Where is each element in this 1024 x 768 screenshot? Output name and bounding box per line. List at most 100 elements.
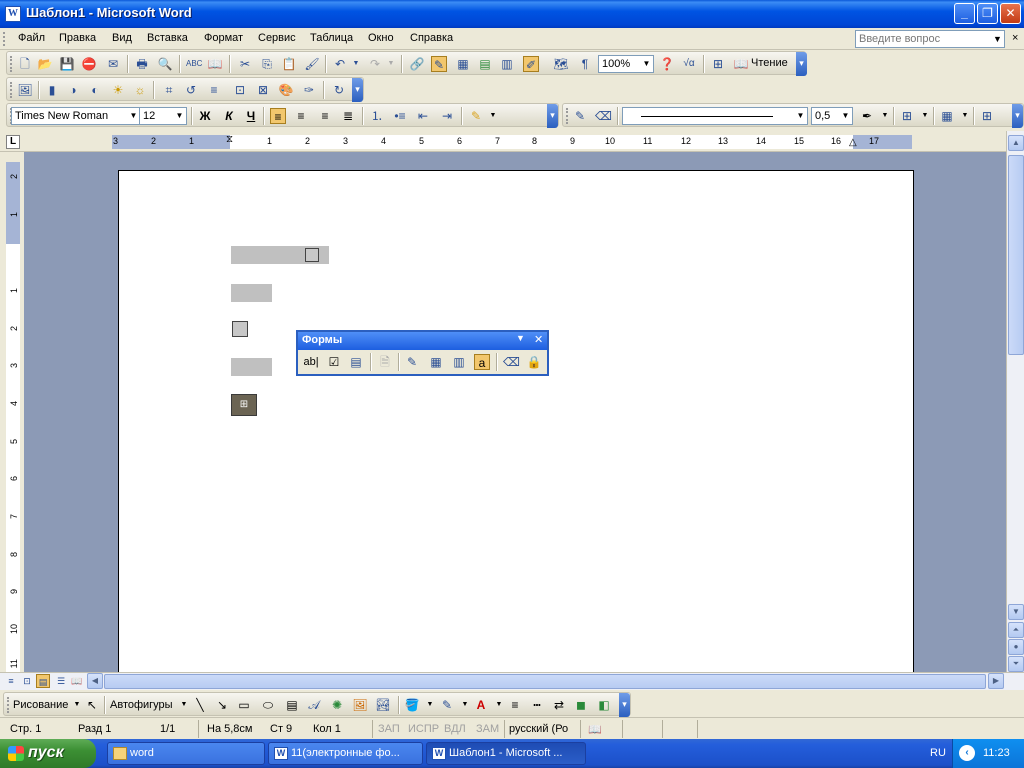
insert-table-icon[interactable]: ▦ bbox=[939, 108, 955, 124]
font-color-icon[interactable]: A bbox=[473, 697, 489, 713]
new-document-icon[interactable]: 🗋 bbox=[17, 56, 33, 72]
help-icon[interactable]: ❓ bbox=[659, 56, 675, 72]
compress-icon[interactable]: ⊡ bbox=[232, 82, 248, 98]
align-left-icon[interactable]: ≡ bbox=[270, 108, 286, 124]
chevron-down-icon[interactable]: ▼ bbox=[485, 108, 501, 124]
chevron-down-icon[interactable]: ▼ bbox=[839, 108, 852, 124]
scroll-left-button[interactable]: ◀ bbox=[87, 673, 103, 689]
help-search-input[interactable]: Введите вопрос ▼ bbox=[855, 30, 1005, 48]
font-name-select[interactable]: Times New Roman ▼ bbox=[11, 107, 141, 125]
bold-button[interactable]: Ж bbox=[197, 108, 213, 124]
toolbar-grip[interactable] bbox=[10, 82, 13, 98]
scroll-right-button[interactable]: ▶ bbox=[988, 673, 1004, 689]
chevron-down-icon[interactable]: ▼ bbox=[176, 697, 192, 713]
document-area[interactable]: ⊞ bbox=[24, 152, 1006, 672]
rotate-icon[interactable]: ↺ bbox=[183, 82, 199, 98]
undo-icon[interactable]: ↶ bbox=[332, 56, 348, 72]
tab-selector[interactable]: L bbox=[6, 135, 20, 149]
more-brightness-icon[interactable]: ☀ bbox=[110, 82, 126, 98]
columns-icon[interactable]: ▥ bbox=[499, 56, 515, 72]
insert-table-icon[interactable]: ▦ bbox=[428, 354, 444, 370]
arrow-style-icon[interactable]: ⇄ bbox=[551, 697, 567, 713]
autoshapes-button[interactable]: Автофигуры bbox=[110, 699, 173, 711]
minimize-button[interactable]: _ bbox=[954, 3, 975, 24]
scroll-down-button[interactable]: ▼ bbox=[1008, 604, 1024, 620]
scroll-up-button[interactable]: ▲ bbox=[1008, 135, 1024, 151]
save-icon[interactable]: 💾 bbox=[59, 56, 75, 72]
menu-view[interactable]: Вид bbox=[112, 32, 132, 44]
chevron-down-icon[interactable]: ▼ bbox=[516, 333, 525, 343]
taskbar-item-doc[interactable]: W 11(электронные фо... bbox=[268, 742, 423, 765]
form-frame-icon[interactable]: ⊞ bbox=[231, 394, 257, 416]
chevron-down-icon[interactable]: ▼ bbox=[917, 108, 933, 124]
close-button[interactable]: ✕ bbox=[1000, 3, 1021, 24]
email-icon[interactable]: ✉ bbox=[105, 56, 121, 72]
toolbar-options-icon[interactable]: ▾ bbox=[1012, 104, 1023, 128]
menu-table[interactable]: Таблица bbox=[310, 32, 353, 44]
crop-icon[interactable]: ⌗ bbox=[161, 82, 177, 98]
chevron-down-icon[interactable]: ▼ bbox=[422, 697, 438, 713]
insert-frame-icon[interactable]: ▥ bbox=[451, 354, 467, 370]
menu-grip[interactable] bbox=[3, 32, 6, 46]
redo-icon[interactable]: ↷ bbox=[367, 56, 383, 72]
draw-table-icon[interactable]: ✎ bbox=[572, 108, 588, 124]
field-options-icon[interactable]: 🗎 bbox=[377, 354, 393, 370]
copy-icon[interactable]: ⎘ bbox=[259, 56, 275, 72]
toolbar-options-icon[interactable]: ▾ bbox=[796, 52, 807, 76]
normal-view-icon[interactable]: ≡ bbox=[4, 674, 18, 688]
taskbar-item-word-folder[interactable]: word bbox=[107, 742, 265, 765]
ruler-strip[interactable]: 3 2 1 1 2 3 4 5 6 7 8 9 10 11 12 13 14 1… bbox=[112, 134, 912, 149]
grid-icon[interactable]: ⊞ bbox=[710, 56, 726, 72]
chevron-down-icon[interactable]: ▼ bbox=[794, 108, 807, 124]
toolbar-options-icon[interactable]: ▾ bbox=[619, 693, 630, 717]
open-icon[interactable]: 📂 bbox=[37, 56, 53, 72]
menu-file[interactable]: Файл bbox=[18, 32, 45, 44]
reading-label[interactable]: Чтение bbox=[751, 57, 788, 69]
reset-picture-icon[interactable]: ↻ bbox=[331, 82, 347, 98]
vertical-scrollbar[interactable]: ▲ ▼ ⏶ ● ⏷ bbox=[1006, 131, 1024, 672]
line-color-icon[interactable]: ✎ bbox=[439, 697, 455, 713]
document-map-icon[interactable]: 🗺 bbox=[553, 56, 569, 72]
rectangle-icon[interactable]: ▭ bbox=[236, 697, 252, 713]
oval-icon[interactable]: ⬭ bbox=[260, 697, 276, 713]
insert-picture-icon[interactable]: 🖼 bbox=[17, 82, 33, 98]
print-icon[interactable]: 🖶 bbox=[134, 56, 150, 72]
decrease-indent-icon[interactable]: ⇤ bbox=[415, 108, 431, 124]
text-box-icon[interactable]: ▤ bbox=[284, 697, 300, 713]
checkbox-icon[interactable]: ☑ bbox=[326, 354, 342, 370]
line-style-icon[interactable]: ≡ bbox=[507, 697, 523, 713]
taskbar-item-template[interactable]: W Шаблон1 - Microsoft ... bbox=[426, 742, 586, 765]
justify-icon[interactable]: ≣ bbox=[340, 108, 356, 124]
diagram-icon[interactable]: ✺ bbox=[329, 697, 345, 713]
dash-style-icon[interactable]: ┅ bbox=[529, 697, 545, 713]
clip-art-icon[interactable]: 🖼 bbox=[352, 697, 368, 713]
more-contrast-icon[interactable]: ◑ bbox=[65, 82, 81, 98]
print-preview-icon[interactable]: 🔍 bbox=[157, 56, 173, 72]
word-app-icon[interactable]: W bbox=[5, 6, 21, 22]
zoom-select[interactable]: 100% ▼ bbox=[598, 55, 654, 73]
print-layout-icon[interactable]: ▤ bbox=[36, 674, 50, 688]
chevron-down-icon[interactable]: ▼ bbox=[457, 697, 473, 713]
set-transparent-icon[interactable]: ✑ bbox=[301, 82, 317, 98]
tables-borders-icon[interactable]: ✎ bbox=[431, 56, 447, 72]
dropdown-form-field[interactable] bbox=[231, 358, 272, 376]
close-icon[interactable]: ✕ bbox=[534, 333, 543, 346]
toolbar-options-icon[interactable]: ▾ bbox=[547, 104, 558, 128]
wordart-icon[interactable]: 𝒜 bbox=[306, 697, 322, 713]
bullets-icon[interactable]: •≡ bbox=[392, 108, 408, 124]
fill-color-icon[interactable]: 🪣 bbox=[404, 697, 420, 713]
start-button[interactable]: пуск bbox=[0, 739, 96, 768]
toolbar-grip[interactable] bbox=[7, 697, 10, 713]
drawing-icon[interactable]: ✐ bbox=[523, 56, 539, 72]
vertical-scroll-thumb[interactable] bbox=[1008, 155, 1024, 355]
spelling-status-icon[interactable]: 📖 bbox=[588, 723, 602, 736]
outline-view-icon[interactable]: ☰ bbox=[54, 674, 68, 688]
permission-icon[interactable]: ⛔ bbox=[81, 56, 97, 72]
text-wrapping-icon[interactable]: ⊠ bbox=[255, 82, 271, 98]
line-style-select[interactable]: ▼ bbox=[622, 107, 808, 125]
chevron-down-icon[interactable]: ▼ bbox=[173, 108, 186, 124]
merge-cells-icon[interactable]: ⊞ bbox=[979, 108, 995, 124]
shadow-style-icon[interactable]: ◼ bbox=[573, 697, 589, 713]
menu-window[interactable]: Окно bbox=[368, 32, 394, 44]
chevron-down-icon[interactable]: ▼ bbox=[69, 697, 85, 713]
